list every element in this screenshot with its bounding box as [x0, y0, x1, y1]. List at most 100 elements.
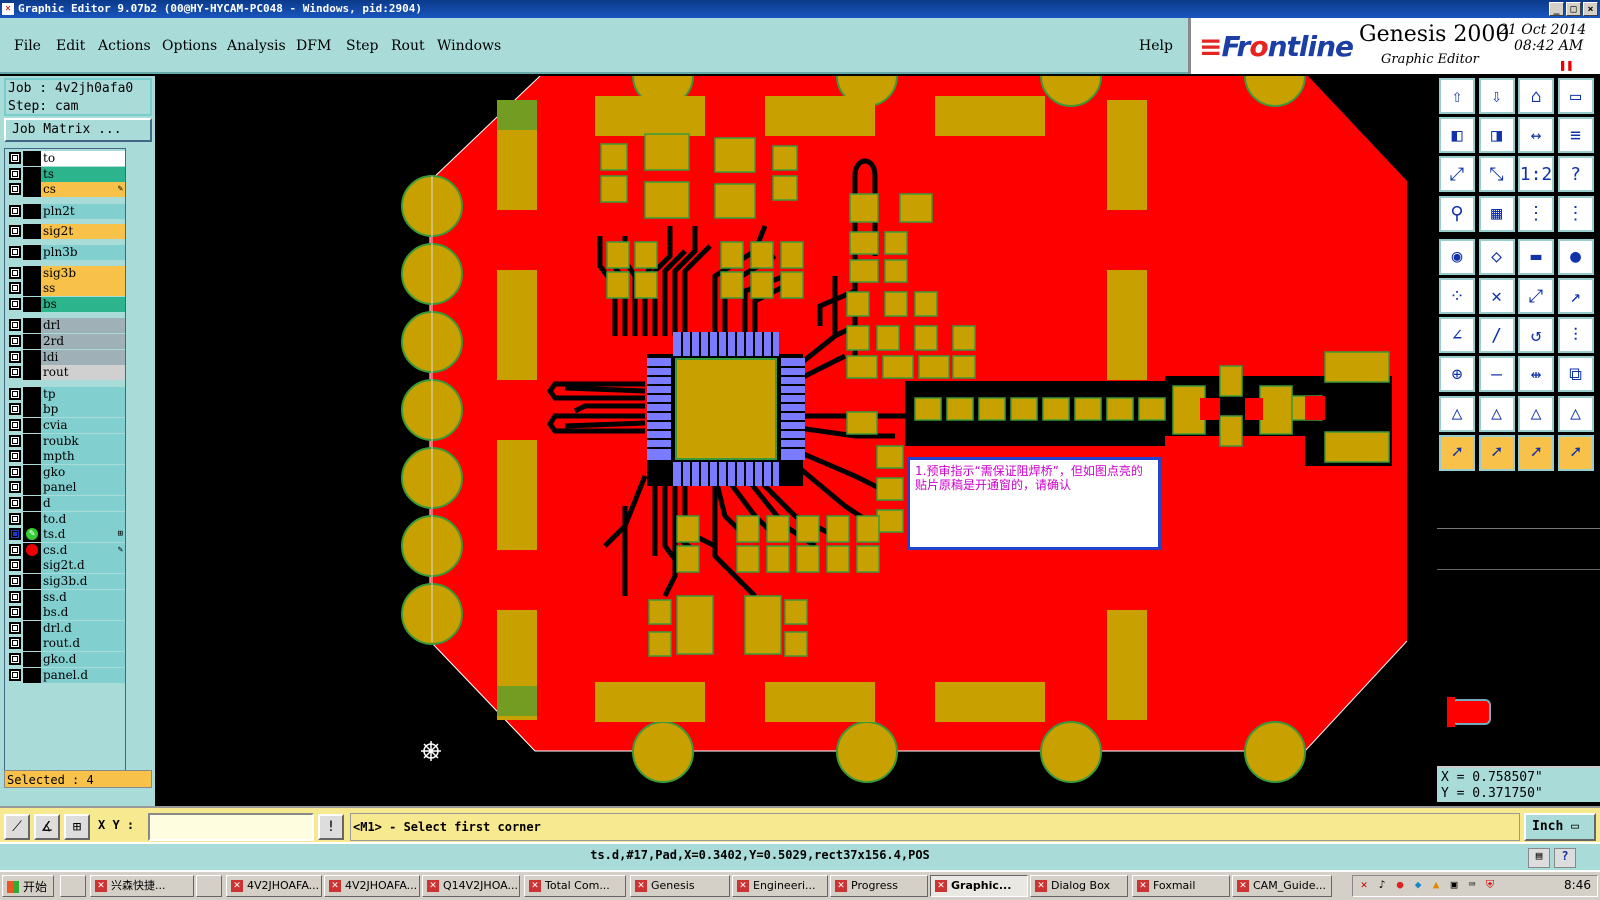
- slash-icon[interactable]: /: [1478, 317, 1515, 354]
- layer-marker[interactable]: [23, 667, 41, 683]
- minus-icon[interactable]: —: [1478, 356, 1515, 393]
- layer-marker[interactable]: [23, 386, 41, 402]
- layer-checkbox[interactable]: [9, 167, 21, 180]
- layer-name[interactable]: bs: [41, 296, 125, 312]
- layer-checkbox[interactable]: [9, 465, 21, 478]
- layer-row-sig3b[interactable]: sig3b: [7, 265, 125, 281]
- menu-windows[interactable]: Windows: [437, 38, 501, 54]
- layer-checkbox[interactable]: [9, 403, 21, 416]
- layer-name[interactable]: ldi: [41, 349, 125, 365]
- layer-checkbox[interactable]: [9, 282, 21, 295]
- layer-marker[interactable]: [23, 589, 41, 605]
- layer-checkbox[interactable]: [9, 419, 21, 431]
- layer-row-pln3b[interactable]: pln3b: [7, 245, 125, 260]
- quick-launch-icon[interactable]: [60, 875, 86, 897]
- layer-name[interactable]: ss: [41, 281, 125, 297]
- pan-left-icon[interactable]: ◧: [1439, 117, 1475, 154]
- taskbar-item[interactable]: ✕ Engineeri...: [732, 875, 828, 897]
- layer-checkbox[interactable]: [9, 204, 21, 217]
- layer-marker[interactable]: [23, 464, 41, 480]
- triangle-add-icon[interactable]: △: [1478, 395, 1515, 432]
- refresh-icon[interactable]: [196, 875, 222, 897]
- connect-icon[interactable]: ⁘: [1439, 278, 1475, 314]
- pad-icon[interactable]: ●: [1557, 238, 1594, 275]
- layer-checkbox[interactable]: [9, 590, 21, 603]
- layer-checkbox[interactable]: [9, 366, 21, 379]
- layer-checkbox[interactable]: [9, 575, 21, 587]
- printer-icon[interactable]: ▤: [1528, 848, 1550, 868]
- layer-marker[interactable]: [23, 365, 41, 381]
- ime-icon[interactable]: ⌨: [1465, 878, 1479, 892]
- layer-row-rout-d[interactable]: rout.d: [7, 636, 125, 652]
- layer-name[interactable]: gko.d: [41, 652, 125, 667]
- layer-checkbox[interactable]: [9, 621, 21, 634]
- layer-row-bs[interactable]: bs: [7, 296, 125, 312]
- menu-options[interactable]: Options: [162, 38, 217, 54]
- layer-marker[interactable]: [23, 402, 41, 418]
- taskbar-item[interactable]: ✕ Foxmail: [1132, 875, 1230, 897]
- zoom-out-icon[interactable]: ⤡: [1478, 156, 1515, 193]
- layer-name[interactable]: bp: [41, 402, 125, 418]
- layer-checkbox[interactable]: [9, 246, 21, 258]
- layer-marker[interactable]: [23, 433, 41, 449]
- layer-checkbox[interactable]: [9, 297, 21, 310]
- layer-checkbox[interactable]: [9, 668, 21, 681]
- menu-actions[interactable]: Actions: [98, 38, 151, 54]
- layer-row-to[interactable]: to: [7, 151, 125, 166]
- layer-row-gko-d[interactable]: gko.d: [7, 652, 125, 667]
- layer-row-bs-d[interactable]: bs.d: [7, 605, 125, 621]
- graphic-canvas[interactable]: 1.预审指示“需保证阻焊桥”，但如图点亮的贴片原稿是开通窗的，请确认: [155, 76, 1437, 806]
- alert-icon[interactable]: !: [318, 814, 344, 840]
- add-pad-icon[interactable]: ⊕: [1439, 356, 1475, 393]
- layer-row-gko[interactable]: gko: [7, 464, 125, 480]
- menu-step[interactable]: Step: [346, 38, 378, 54]
- layer-row-drl[interactable]: drl: [7, 318, 125, 334]
- layer-checkbox[interactable]: [9, 559, 21, 572]
- menu-edit[interactable]: Edit: [56, 38, 85, 54]
- layer-row-sig2t-d[interactable]: sig2t.d: [7, 558, 125, 574]
- layer-name[interactable]: panel: [41, 480, 125, 496]
- layer-row-ts[interactable]: ts: [7, 166, 125, 182]
- layer-checkbox[interactable]: [9, 528, 21, 541]
- taskbar-item[interactable]: ✕ 4V2JHOAFA...: [324, 875, 420, 897]
- layer-name[interactable]: cs.d: [41, 542, 125, 558]
- layer-row-d[interactable]: d: [7, 496, 125, 511]
- layer-name[interactable]: tp: [41, 386, 125, 402]
- close-button[interactable]: ×: [1583, 2, 1598, 16]
- cross-icon[interactable]: ✕: [1478, 278, 1515, 314]
- taskbar-item[interactable]: ✕ Genesis: [630, 875, 730, 897]
- layer-row-panel-d[interactable]: panel.d: [7, 667, 125, 683]
- layer-row-2rd[interactable]: 2rd: [7, 334, 125, 349]
- layer-row-to-d[interactable]: to.d: [7, 511, 125, 527]
- taskbar-item[interactable]: ✕ CAM_Guide...: [1232, 875, 1332, 897]
- layer-row-roubk[interactable]: roubk: [7, 433, 125, 449]
- layer-name[interactable]: mpth: [41, 449, 125, 465]
- layer-name[interactable]: bs.d: [41, 605, 125, 621]
- taskbar-item[interactable]: ✕ Total Com...: [524, 875, 626, 897]
- menu-dfm[interactable]: DFM: [296, 38, 331, 54]
- help-icon[interactable]: ?: [1554, 848, 1576, 868]
- taskbar-item[interactable]: ✕ 兴森快捷...: [90, 875, 194, 897]
- layer-row-cs[interactable]: cs ✎: [7, 182, 125, 198]
- layer-checkbox[interactable]: [9, 183, 21, 196]
- zoom-home-icon[interactable]: ⇧: [1439, 78, 1475, 114]
- layer-marker[interactable]: [23, 620, 41, 636]
- layer-row-ss[interactable]: ss: [7, 281, 125, 297]
- layer-marker[interactable]: [23, 151, 41, 166]
- camera-icon[interactable]: ◉: [1439, 238, 1475, 275]
- layer-marker[interactable]: [23, 334, 41, 349]
- layer-row-tp[interactable]: tp: [7, 386, 125, 402]
- layer-checkbox[interactable]: [9, 637, 21, 650]
- layer-blue-icon[interactable]: ⋮: [1557, 195, 1594, 232]
- layer-name[interactable]: pln3b: [41, 245, 125, 260]
- layer-name[interactable]: cs: [41, 182, 125, 198]
- layer-row-ldi[interactable]: ldi: [7, 349, 125, 365]
- menu-file[interactable]: File: [14, 38, 41, 54]
- review-note[interactable]: 1.预审指示“需保证阻焊桥”，但如图点亮的贴片原稿是开通窗的，请确认: [907, 457, 1161, 550]
- overview-map[interactable]: [1437, 528, 1600, 767]
- start-button[interactable]: 开始: [2, 875, 54, 897]
- menu-help[interactable]: Help: [1139, 38, 1173, 54]
- layer-marker[interactable]: [23, 281, 41, 297]
- layer-checkbox[interactable]: [9, 152, 21, 164]
- layer-name[interactable]: to.d: [41, 511, 125, 527]
